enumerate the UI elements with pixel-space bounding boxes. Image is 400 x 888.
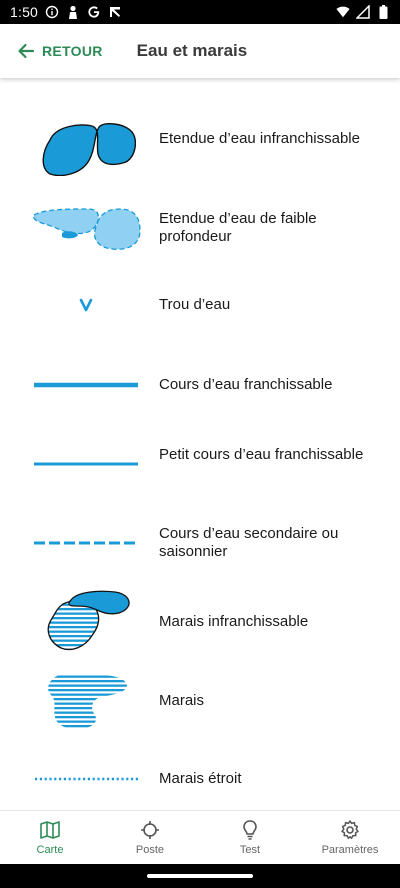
page-title: Eau et marais bbox=[136, 41, 248, 60]
crossable-watercourse-symbol bbox=[30, 368, 142, 402]
water-body-impassable-symbol bbox=[30, 120, 142, 176]
legend-list: Etendue d’eau infranchissable Etendue d’… bbox=[0, 78, 400, 810]
legend-item: Marais bbox=[0, 671, 400, 731]
legend-item: Etendue d’eau infranchissable bbox=[0, 118, 400, 178]
battery-icon bbox=[376, 5, 390, 19]
legend-item: Trou d’eau bbox=[0, 288, 400, 322]
nav-label: Carte bbox=[36, 844, 64, 856]
legend-label: Marais bbox=[159, 692, 205, 709]
bottom-nav: Carte Poste Test Paramètres bbox=[0, 810, 400, 864]
back-button[interactable]: RETOUR bbox=[16, 41, 103, 61]
impassable-marsh-symbol bbox=[30, 590, 142, 654]
legend-label: Trou d’eau bbox=[159, 296, 231, 313]
wifi-icon bbox=[336, 5, 350, 19]
arrow-left-icon bbox=[16, 41, 36, 61]
legend-label: Marais étroit bbox=[159, 770, 242, 787]
water-hole-symbol bbox=[30, 288, 142, 322]
nav-item-carte[interactable]: Carte bbox=[0, 811, 100, 864]
map-icon bbox=[39, 819, 61, 841]
nav-item-test[interactable]: Test bbox=[200, 811, 300, 864]
google-icon bbox=[87, 5, 101, 19]
legend-item: Cours d’eau franchissable bbox=[0, 368, 400, 402]
person-icon bbox=[66, 5, 80, 19]
legend-label: Cours d’eau secondaire ou saisonnier bbox=[159, 525, 339, 560]
small-crossable-watercourse-symbol bbox=[30, 444, 142, 484]
gear-icon bbox=[339, 819, 361, 841]
legend-item: Marais étroit bbox=[0, 762, 400, 796]
nav-item-parametres[interactable]: Paramètres bbox=[300, 811, 400, 864]
lightbulb-icon bbox=[239, 819, 261, 841]
legend-item: Cours d’eau secondaire ou saisonnier bbox=[0, 523, 400, 563]
status-time: 1:50 bbox=[10, 4, 39, 20]
narrow-marsh-symbol bbox=[30, 762, 142, 796]
gesture-bar bbox=[0, 864, 400, 888]
legend-item: Petit cours d’eau franchissable bbox=[0, 444, 400, 484]
legend-label: Etendue d’eau de faible profondeur bbox=[159, 210, 317, 245]
legend-item: Marais infranchissable bbox=[0, 588, 400, 656]
legend-label: Etendue d’eau infranchissable bbox=[159, 130, 360, 147]
legend-label: Cours d’eau franchissable bbox=[159, 376, 333, 393]
signal-icon bbox=[356, 5, 370, 19]
info-circle-icon bbox=[45, 5, 59, 19]
legend-label: Marais infranchissable bbox=[159, 613, 309, 630]
nav-label: Test bbox=[239, 844, 261, 856]
cast-icon bbox=[108, 5, 122, 19]
legend-label: Petit cours d’eau franchissable bbox=[159, 446, 364, 463]
app-bar: RETOUR Eau et marais bbox=[0, 24, 400, 78]
crosshair-icon bbox=[139, 819, 161, 841]
nav-label: Paramètres bbox=[321, 844, 379, 856]
legend-item: Etendue d’eau de faible profondeur bbox=[0, 198, 400, 258]
nav-item-poste[interactable]: Poste bbox=[100, 811, 200, 864]
home-gesture-handle[interactable] bbox=[147, 874, 253, 878]
nav-label: Poste bbox=[135, 844, 165, 856]
marsh-symbol bbox=[30, 671, 142, 731]
seasonal-watercourse-symbol bbox=[30, 523, 142, 563]
status-bar: 1:50 bbox=[0, 0, 400, 24]
shallow-water-symbol bbox=[30, 203, 142, 253]
back-label: RETOUR bbox=[42, 43, 103, 59]
